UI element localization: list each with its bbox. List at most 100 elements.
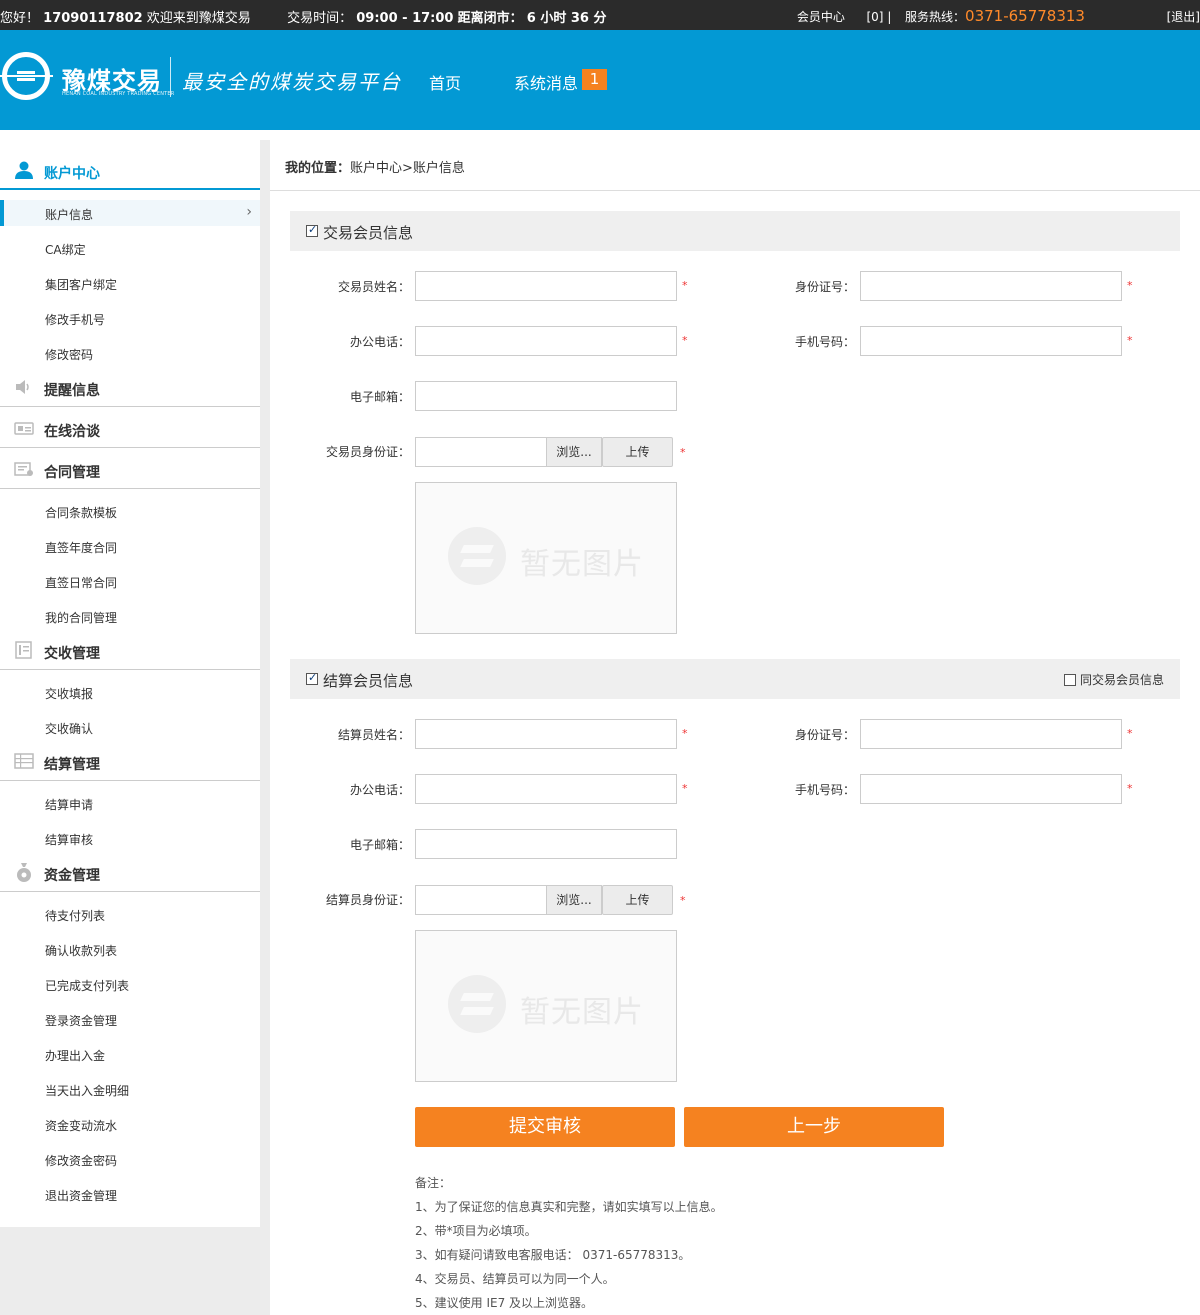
top-bar: 您好！ 17090117802 欢迎来到豫煤交易 交易时间： 09:00 - 1… [0, 0, 1200, 30]
breadcrumb-divider [270, 190, 1200, 191]
sidebar-item-ca-binding[interactable]: CA绑定 [0, 235, 260, 261]
sidebar-item-account-info[interactable]: 账户信息 › [0, 200, 260, 226]
previous-step-button[interactable]: 上一步 [684, 1107, 944, 1147]
id-card-icon [14, 422, 34, 435]
sidebar-item-pending-payments[interactable]: 待支付列表 [0, 901, 260, 927]
hotline-number: 0371-65778313 [965, 7, 1085, 25]
sidebar-group-account-center[interactable]: 账户中心 [0, 149, 260, 190]
trade-member-section-header: 交易会员信息 [290, 211, 1180, 251]
settler-name-input[interactable] [415, 719, 677, 749]
required-mark: * [1127, 334, 1133, 347]
required-mark: * [1127, 279, 1133, 292]
top-separator: | [887, 10, 892, 24]
settler-upload-button[interactable]: 上传 [602, 885, 673, 915]
sidebar-item-exit-funds[interactable]: 退出资金管理 [0, 1181, 260, 1207]
slogan: 最安全的煤炭交易平台 [182, 70, 402, 94]
breadcrumb-label: 我的位置： [285, 161, 351, 176]
trade-section-checkbox[interactable] [306, 223, 318, 237]
trader-name-input[interactable] [415, 271, 677, 301]
no-image-text: 暂无图片 [520, 995, 644, 1030]
settler-office-phone-input[interactable] [415, 774, 677, 804]
message-count-badge[interactable]: 1 [582, 69, 607, 90]
breadcrumb-path[interactable]: 账户中心>账户信息 [350, 161, 465, 176]
trader-id-number-label: 身份证号： [794, 280, 855, 294]
sidebar-item-group-customer[interactable]: 集团客户绑定 [0, 270, 260, 296]
top-bar-right: 会员中心 [0] | 服务热线：0371-65778313 [退出] [797, 7, 1200, 25]
contract-icon [14, 462, 33, 476]
sidebar-item-login-funds[interactable]: 登录资金管理 [0, 1006, 260, 1032]
sidebar-group-negotiation[interactable]: 在线洽谈 [0, 407, 260, 448]
trader-mobile-input[interactable] [860, 326, 1122, 356]
settler-id-number-label: 身份证号： [794, 728, 855, 742]
sidebar-item-settlement-apply[interactable]: 结算申请 [0, 790, 260, 816]
sidebar-group-delivery[interactable]: 交收管理 [0, 629, 260, 670]
greeting: 您好！ [0, 11, 40, 26]
settle-section-checkbox[interactable] [306, 671, 318, 685]
welcome-text: 欢迎来到豫煤交易 [146, 11, 251, 26]
trade-time: 09:00 - 17:00 [356, 11, 454, 26]
nav-system-messages[interactable]: 系统消息 [514, 70, 578, 94]
sidebar-item-change-mobile[interactable]: 修改手机号 [0, 305, 260, 331]
settler-email-input[interactable] [415, 829, 677, 859]
sidebar-item-daily-details[interactable]: 当天出入金明细 [0, 1076, 260, 1102]
logo-icon[interactable] [0, 52, 53, 100]
settler-mobile-label: 手机号码： [794, 783, 855, 797]
sidebar-item-confirm-receipts[interactable]: 确认收款列表 [0, 936, 260, 962]
required-mark: * [1127, 727, 1133, 740]
section-title: 交易会员信息 [323, 224, 414, 242]
sidebar-item-delivery-confirm[interactable]: 交收确认 [0, 714, 260, 740]
submit-review-button[interactable]: 提交审核 [415, 1107, 675, 1147]
logo-subtitle: HENAN COAL INDUSTRY TRADING CENTER [62, 91, 175, 97]
member-count[interactable]: [0] [866, 10, 883, 24]
close-remaining: 6 小时 36 分 [526, 11, 607, 26]
hotline-label: 服务热线： [905, 10, 966, 24]
required-mark: * [682, 782, 688, 795]
same-as-trade-option[interactable]: 同交易会员信息 [1063, 671, 1164, 688]
sidebar-group-funds[interactable]: 资金管理 [0, 851, 260, 892]
site-header: 豫煤交易 HENAN COAL INDUSTRY TRADING CENTER … [0, 30, 1200, 130]
sidebar-item-settlement-review[interactable]: 结算审核 [0, 825, 260, 851]
settler-id-number-input[interactable] [860, 719, 1122, 749]
notes-block: 备注： 1、为了保证您的信息真实和完整，请如实填写以上信息。 2、带*项目为必填… [415, 1171, 723, 1315]
required-mark: * [1127, 782, 1133, 795]
sidebar-item-deposit-withdraw[interactable]: 办理出入金 [0, 1041, 260, 1067]
sidebar-item-my-contracts[interactable]: 我的合同管理 [0, 603, 260, 629]
sidebar-group-settlement[interactable]: 结算管理 [0, 740, 260, 781]
member-center-link[interactable]: 会员中心 [797, 10, 845, 24]
note-item: 5、建议使用 IE7 及以上浏览器。 [415, 1296, 594, 1310]
trader-id-number-input[interactable] [860, 271, 1122, 301]
sidebar-item-contract-template[interactable]: 合同条款模板 [0, 498, 260, 524]
settler-browse-button[interactable]: 浏览... [546, 885, 602, 915]
sidebar-group-contracts[interactable]: 合同管理 [0, 448, 260, 489]
breadcrumb: 我的位置：账户中心>账户信息 [285, 157, 465, 176]
sidebar-group-reminders[interactable]: 提醒信息 [0, 366, 260, 407]
note-item: 4、交易员、结算员可以为同一个人。 [415, 1272, 615, 1286]
trader-id-card-upload: 浏览... 上传 [415, 437, 677, 467]
trader-email-input[interactable] [415, 381, 677, 411]
chevron-right-icon: › [246, 204, 252, 220]
sidebar-item-change-password[interactable]: 修改密码 [0, 340, 260, 366]
trader-browse-button[interactable]: 浏览... [546, 437, 602, 467]
trader-upload-button[interactable]: 上传 [602, 437, 673, 467]
required-mark: * [682, 727, 688, 740]
settler-id-card-upload: 浏览... 上传 [415, 885, 677, 915]
sidebar-item-fund-flow[interactable]: 资金变动流水 [0, 1111, 260, 1137]
trader-mobile-label: 手机号码： [794, 335, 855, 349]
spreadsheet-icon [14, 753, 34, 769]
logout-link[interactable]: [退出] [1167, 10, 1200, 24]
settler-mobile-input[interactable] [860, 774, 1122, 804]
nav-home[interactable]: 首页 [429, 70, 461, 94]
sidebar-item-change-fund-password[interactable]: 修改资金密码 [0, 1146, 260, 1172]
settle-member-section-header: 结算会员信息 同交易会员信息 [290, 659, 1180, 699]
settler-email-label: 电子邮箱： [349, 838, 410, 852]
account-number: 17090117802 [43, 11, 143, 26]
trader-office-phone-input[interactable] [415, 326, 677, 356]
same-as-trade-checkbox[interactable] [1063, 674, 1076, 686]
sidebar-item-annual-contract[interactable]: 直签年度合同 [0, 533, 260, 559]
required-mark: * [682, 279, 688, 292]
top-bar-left: 您好！ 17090117802 欢迎来到豫煤交易 交易时间： 09:00 - 1… [0, 7, 606, 26]
sidebar-item-delivery-report[interactable]: 交收填报 [0, 679, 260, 705]
sidebar-item-completed-payments[interactable]: 已完成支付列表 [0, 971, 260, 997]
sidebar-item-daily-contract[interactable]: 直签日常合同 [0, 568, 260, 594]
required-mark: * [680, 894, 686, 907]
